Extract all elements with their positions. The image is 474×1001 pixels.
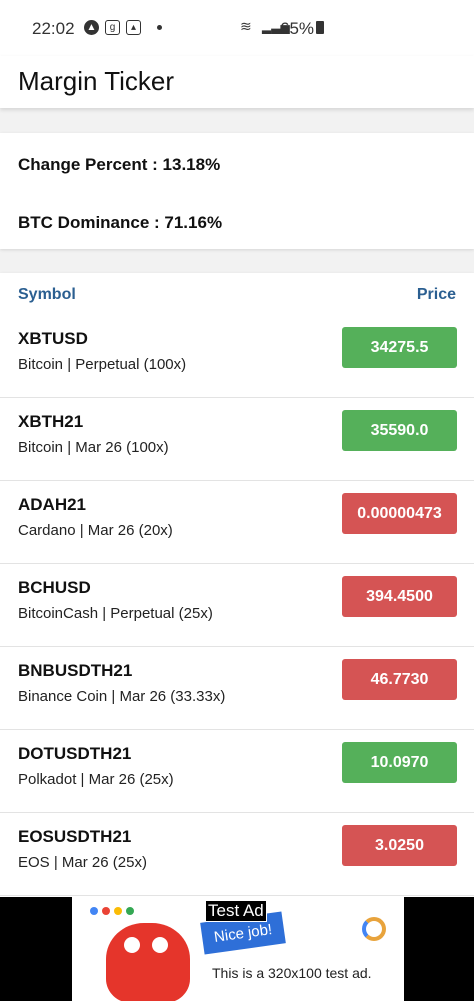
table-row[interactable]: DOTUSDTH21 Polkadot | Mar 26 (25x) 10.09… (0, 730, 474, 813)
ad-text: This is a 320x100 test ad. (212, 965, 372, 981)
table-row[interactable]: EOSUSDTH21 EOS | Mar 26 (25x) 3.0250 (0, 813, 474, 896)
row-description: Polkadot | Mar 26 (25x) (18, 771, 174, 788)
row-description: EOS | Mar 26 (25x) (18, 854, 147, 871)
app-bar: Margin Ticker (0, 56, 474, 108)
more-notifications-icon (157, 25, 162, 30)
price-badge[interactable]: 10.0970 (342, 742, 457, 783)
table-row[interactable]: BNBUSDTH21 Binance Coin | Mar 26 (33.33x… (0, 647, 474, 730)
table-row[interactable]: XBTUSD Bitcoin | Perpetual (100x) 34275.… (0, 315, 474, 398)
ticker-list[interactable]: Symbol Price XBTUSD Bitcoin | Perpetual … (0, 273, 474, 898)
navigation-icon: ▲ (84, 20, 99, 35)
ad-dots-icon (90, 907, 134, 915)
summary-card: Change Percent : 13.18% BTC Dominance : … (0, 133, 474, 249)
price-badge[interactable]: 394.4500 (342, 576, 457, 617)
row-symbol: BNBUSDTH21 (18, 661, 133, 680)
table-row[interactable]: BCHUSD BitcoinCash | Perpetual (25x) 394… (0, 564, 474, 647)
btc-dominance-text: BTC Dominance : 71.16% (18, 213, 223, 232)
page-title: Margin Ticker (18, 66, 175, 96)
row-symbol: XBTUSD (18, 329, 88, 348)
app-notification-icon: g (105, 20, 120, 35)
status-bar: 22:02 ▲ g ▴ ≋ ▂▃▅ 65% (0, 0, 474, 56)
image-icon: ▴ (126, 20, 141, 35)
price-badge[interactable]: 0.00000473 (342, 493, 457, 534)
battery-icon (316, 21, 324, 34)
test-ad-label: Test Ad (205, 900, 267, 922)
row-symbol: BCHUSD (18, 578, 91, 597)
battery-percent: 65% (280, 19, 315, 38)
column-header-price: Price (416, 286, 456, 303)
change-percent-text: Change Percent : 13.18% (18, 155, 221, 174)
ad-logo-icon (362, 917, 386, 941)
list-header: Symbol Price (0, 273, 474, 315)
price-badge[interactable]: 34275.5 (342, 327, 457, 368)
table-row[interactable]: XBTH21 Bitcoin | Mar 26 (100x) 35590.0 (0, 398, 474, 481)
row-description: BitcoinCash | Perpetual (25x) (18, 605, 213, 622)
row-description: Bitcoin | Mar 26 (100x) (18, 439, 169, 456)
column-header-symbol: Symbol (18, 286, 76, 303)
row-symbol: ADAH21 (18, 495, 87, 514)
price-badge[interactable]: 46.7730 (342, 659, 457, 700)
status-time: 22:02 (32, 19, 75, 38)
price-badge[interactable]: 35590.0 (342, 410, 457, 451)
row-description: Cardano | Mar 26 (20x) (18, 522, 173, 539)
row-symbol: XBTH21 (18, 412, 84, 431)
price-badge[interactable]: 3.0250 (342, 825, 457, 866)
row-symbol: EOSUSDTH21 (18, 827, 132, 846)
row-description: Binance Coin | Mar 26 (33.33x) (18, 688, 226, 705)
table-row[interactable]: ADAH21 Cardano | Mar 26 (20x) 0.00000473 (0, 481, 474, 564)
row-symbol: DOTUSDTH21 (18, 744, 132, 763)
wifi-icon: ≋ (240, 18, 252, 34)
monster-illustration (106, 923, 190, 1001)
row-description: Bitcoin | Perpetual (100x) (18, 356, 187, 373)
status-icons: ▲ g ▴ (84, 20, 162, 35)
